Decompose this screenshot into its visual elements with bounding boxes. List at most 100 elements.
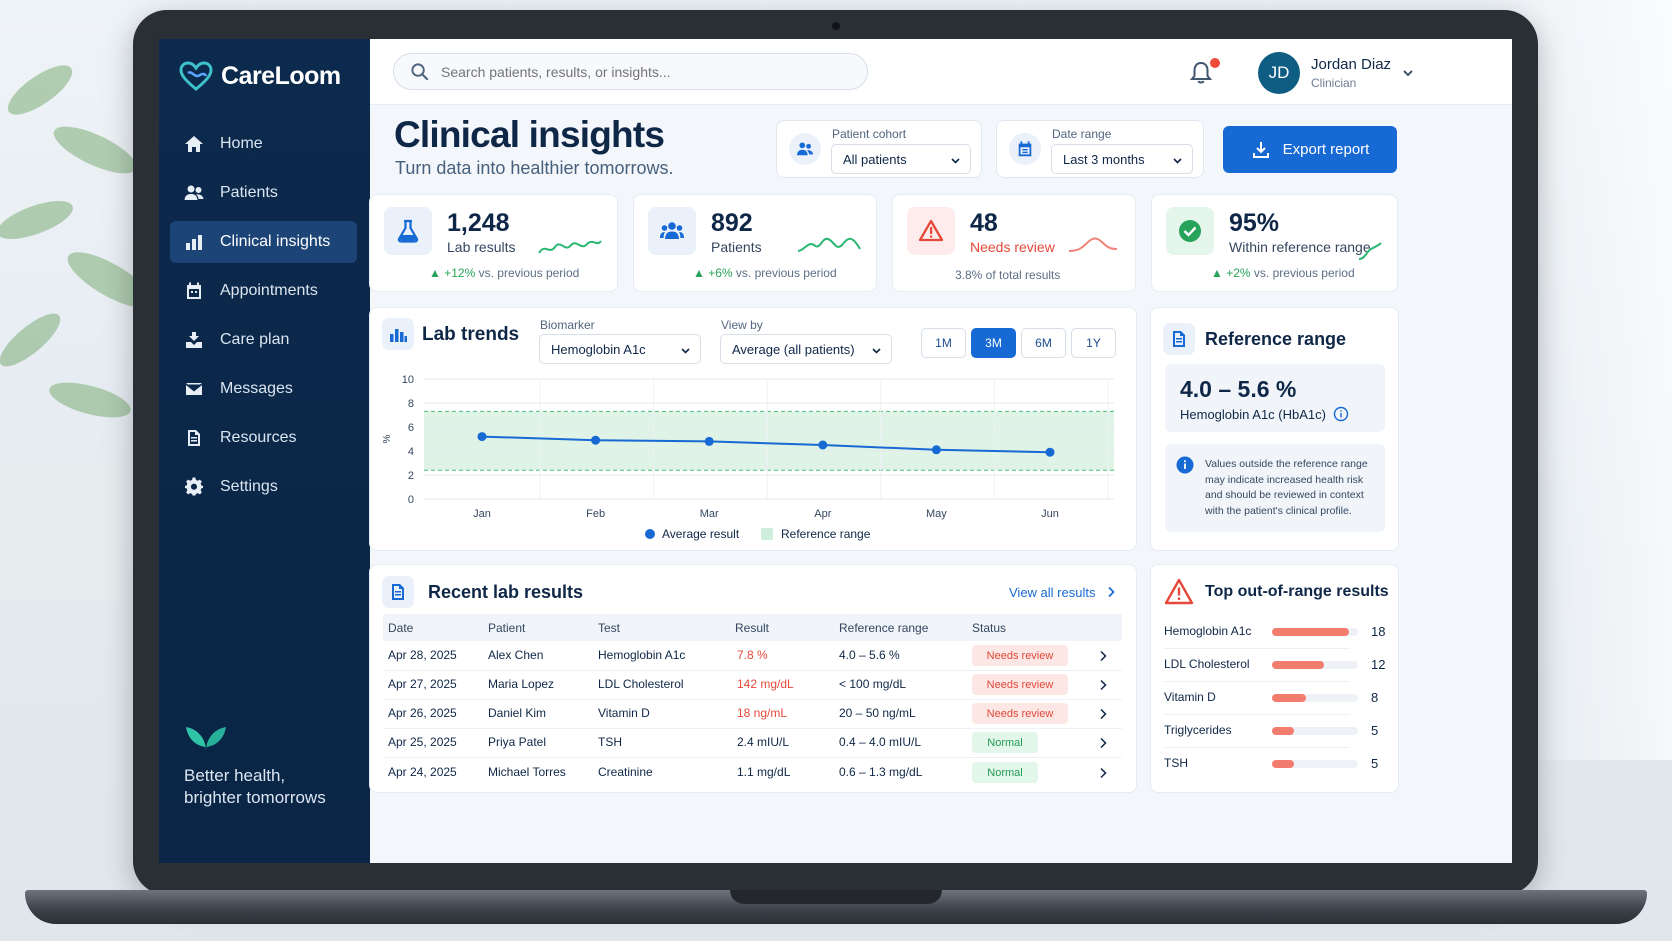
cell-patient[interactable]: Alex Chen xyxy=(488,648,543,662)
laptop-hinge xyxy=(730,890,942,904)
kpi-delta: ▲ +6% vs. previous period xyxy=(693,266,837,280)
view-by-select[interactable]: Average (all patients) xyxy=(720,334,892,364)
kpi-within-range[interactable]: 95% Within reference range ▲ +2% vs. pre… xyxy=(1151,194,1398,292)
out-of-range-bar xyxy=(1272,628,1350,636)
cohort-select[interactable]: All patients xyxy=(831,144,971,174)
sidebar-item-resources[interactable]: Resources xyxy=(170,417,357,459)
out-of-range-count: 12 xyxy=(1371,657,1386,672)
brand-name: CareLoom xyxy=(221,61,341,90)
sidebar-item-clinical-insights[interactable]: Clinical insights xyxy=(170,221,357,263)
cell-test: Creatinine xyxy=(598,765,653,779)
cell-patient[interactable]: Michael Torres xyxy=(488,765,566,779)
view-all-label: View all results xyxy=(1009,585,1096,600)
delta-value: +12% xyxy=(444,266,476,280)
search-input[interactable] xyxy=(441,63,841,80)
chevron-right-icon[interactable] xyxy=(1099,650,1108,662)
search-icon xyxy=(411,63,429,81)
y-axis-label: % xyxy=(382,434,393,443)
doc-icon-wrap xyxy=(1163,323,1195,355)
user-role: Clinician xyxy=(1311,76,1357,90)
column-header-result[interactable]: Result xyxy=(735,621,769,635)
column-header-date[interactable]: Date xyxy=(388,621,413,635)
app-screen: CareLoom Home Patients Clinical insights… xyxy=(159,39,1512,863)
kpi-needs-review[interactable]: 48 Needs review 3.8% of total results xyxy=(892,194,1136,292)
chevron-down-icon xyxy=(1173,158,1182,164)
cohort-label: Patient cohort xyxy=(832,127,907,141)
kpi-value: 95% xyxy=(1229,209,1280,237)
view-all-results-link[interactable]: View all results xyxy=(1009,585,1116,600)
out-of-range-bar xyxy=(1272,694,1307,702)
chevron-down-icon[interactable] xyxy=(1401,66,1415,80)
column-header-status[interactable]: Status xyxy=(972,621,1006,635)
data-point xyxy=(818,440,828,450)
recent-results-title: Recent lab results xyxy=(428,582,584,602)
out-of-range-bar xyxy=(1272,760,1294,768)
sidebar-item-home[interactable]: Home xyxy=(170,123,357,165)
status-badge: Needs review xyxy=(972,703,1068,724)
y-tick-label: 2 xyxy=(408,470,414,482)
data-point xyxy=(591,435,601,445)
range-3m-button[interactable]: 3M xyxy=(971,328,1016,358)
chevron-right-icon[interactable] xyxy=(1099,737,1108,749)
column-header-patient[interactable]: Patient xyxy=(488,621,525,635)
view-by-value: Average (all patients) xyxy=(732,341,855,357)
flask-icon-wrap xyxy=(384,207,432,255)
column-header-reference-range[interactable]: Reference range xyxy=(839,621,928,635)
cell-patient[interactable]: Maria Lopez xyxy=(488,677,554,691)
chevron-right-icon[interactable] xyxy=(1099,708,1108,720)
cell-reference-range: < 100 mg/dL xyxy=(839,677,907,691)
sidebar-item-care-plan[interactable]: Care plan xyxy=(170,319,357,361)
y-tick-label: 10 xyxy=(402,374,414,386)
sidebar-item-settings[interactable]: Settings xyxy=(170,466,357,508)
webcam xyxy=(831,22,840,30)
delta-text: vs. previous period xyxy=(1250,266,1355,280)
biomarker-select[interactable]: Hemoglobin A1c xyxy=(539,334,701,364)
envelope-icon xyxy=(186,383,202,395)
delta-text: vs. previous period xyxy=(475,266,580,280)
cell-date: Apr 25, 2025 xyxy=(388,735,457,749)
check-circle-icon xyxy=(1179,220,1201,242)
kpi-note: 3.8% of total results xyxy=(955,268,1061,282)
sidebar-item-messages[interactable]: Messages xyxy=(170,368,357,410)
date-range-select[interactable]: Last 3 months xyxy=(1051,144,1193,174)
range-1m-button[interactable]: 1M xyxy=(921,328,966,358)
divider xyxy=(1164,714,1350,715)
users-icon-wrap xyxy=(648,207,696,255)
kpi-patients[interactable]: 892 Patients ▲ +6% vs. previous period xyxy=(633,194,877,292)
kpi-label: Patients xyxy=(711,239,762,255)
cell-patient[interactable]: Daniel Kim xyxy=(488,706,546,720)
sidebar-item-patients[interactable]: Patients xyxy=(170,172,357,214)
out-of-range-bar xyxy=(1272,727,1294,735)
range-6m-button[interactable]: 6M xyxy=(1021,328,1066,358)
reference-range-value: 4.0 – 5.6 % xyxy=(1180,376,1297,402)
y-tick-label: 4 xyxy=(408,446,414,458)
sidebar-item-appointments[interactable]: Appointments xyxy=(170,270,357,312)
x-tick-label: Mar xyxy=(700,508,719,520)
x-tick-label: Jan xyxy=(473,508,491,520)
user-name[interactable]: Jordan Diaz xyxy=(1311,56,1391,73)
out-of-range-label: Triglycerides xyxy=(1164,723,1232,737)
range-1y-button[interactable]: 1Y xyxy=(1071,328,1116,358)
export-label: Export report xyxy=(1282,141,1370,158)
sidebar-nav: Home Patients Clinical insights Appointm… xyxy=(170,123,357,515)
export-report-button[interactable]: Export report xyxy=(1223,126,1397,173)
kpi-lab-results[interactable]: 1,248 Lab results ▲ +12% vs. previous pe… xyxy=(369,194,618,292)
page-title: Clinical insights xyxy=(394,114,665,155)
chevron-right-icon[interactable] xyxy=(1099,767,1108,779)
sparkline xyxy=(797,237,861,252)
sidebar-item-label: Messages xyxy=(220,380,293,397)
search-bar[interactable] xyxy=(393,53,868,90)
legend-marker-average xyxy=(645,529,655,539)
column-header-test[interactable]: Test xyxy=(598,621,620,635)
chevron-right-icon[interactable] xyxy=(1099,679,1108,691)
out-of-range-bar xyxy=(1272,661,1324,669)
kpi-value: 48 xyxy=(970,209,998,237)
bar-chart-icon xyxy=(390,329,407,342)
info-icon[interactable] xyxy=(1333,406,1349,422)
brand-logo[interactable]: CareLoom xyxy=(179,61,341,91)
cell-reference-range: 0.6 – 1.3 mg/dL xyxy=(839,765,923,779)
users-icon xyxy=(796,142,814,156)
cell-patient[interactable]: Priya Patel xyxy=(488,735,546,749)
legend-label-average: Average result xyxy=(662,527,740,541)
avatar[interactable]: JD xyxy=(1258,52,1300,94)
